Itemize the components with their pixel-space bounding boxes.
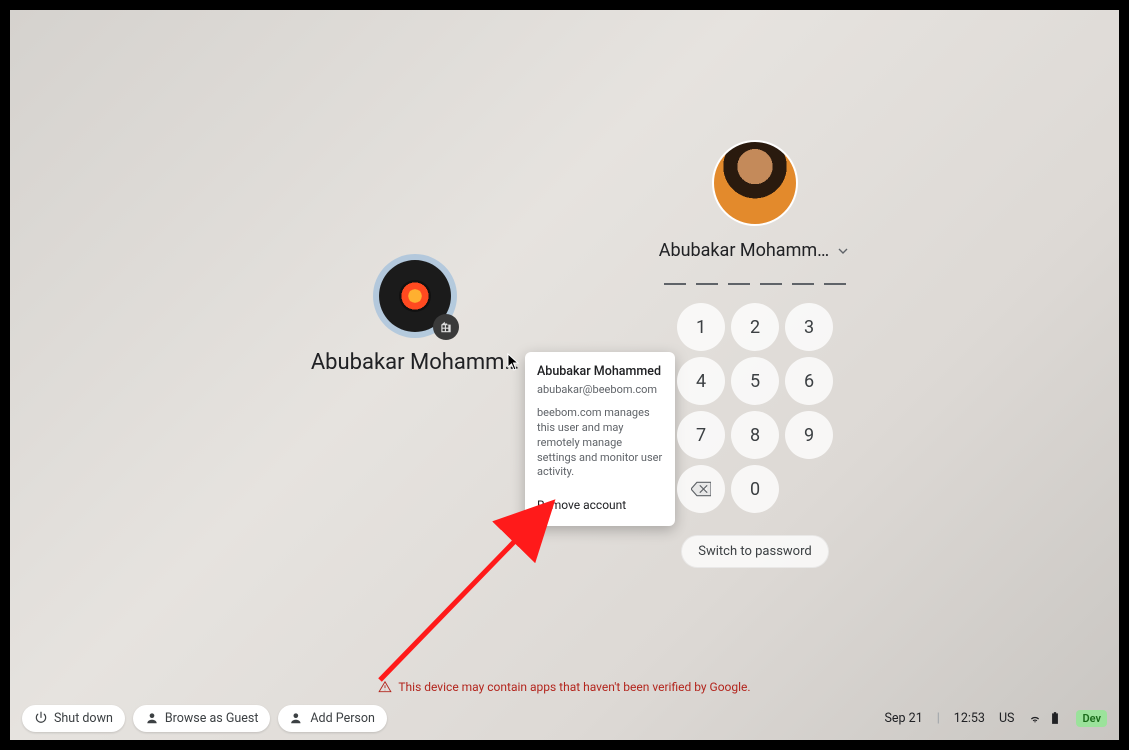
- lock-screen: Abubakar Mohamm… Abubakar Mohammed abuba…: [0, 0, 1129, 750]
- pin-dash: [760, 283, 782, 285]
- user-name-dropdown[interactable]: Abubakar Mohamm…: [640, 240, 870, 261]
- shelf-locale: US: [999, 711, 1015, 726]
- pin-input[interactable]: [640, 283, 870, 285]
- keypad-3[interactable]: 3: [785, 303, 833, 351]
- backspace-icon: [691, 481, 711, 497]
- enterprise-icon: [439, 320, 453, 334]
- browse-as-guest-button[interactable]: Browse as Guest: [133, 705, 271, 732]
- power-icon: [34, 711, 48, 725]
- keypad-9[interactable]: 9: [785, 411, 833, 459]
- user-name-primary: Abubakar Mohamm…: [659, 240, 829, 261]
- guest-icon: [145, 711, 159, 725]
- pin-dash: [792, 283, 814, 285]
- user-pod-primary: Abubakar Mohamm… 1 2 3 4 5 6 7 8 9 0: [640, 140, 870, 568]
- user-name-secondary: Abubakar Mohamm…: [310, 350, 520, 375]
- pin-keypad: 1 2 3 4 5 6 7 8 9 0: [640, 303, 870, 513]
- switch-to-password-button[interactable]: Switch to password: [681, 535, 828, 568]
- guest-label: Browse as Guest: [165, 711, 259, 726]
- keypad-8[interactable]: 8: [731, 411, 779, 459]
- shelf-time: 12:53: [954, 711, 985, 726]
- keypad-5[interactable]: 5: [731, 357, 779, 405]
- keypad-7[interactable]: 7: [677, 411, 725, 459]
- keypad-2[interactable]: 2: [731, 303, 779, 351]
- status-icons: [1028, 711, 1062, 725]
- dev-badge: Dev: [1076, 710, 1107, 727]
- chevron-down-icon: [835, 243, 851, 259]
- keypad-4[interactable]: 4: [677, 357, 725, 405]
- keypad-1[interactable]: 1: [677, 303, 725, 351]
- pin-dash: [664, 283, 686, 285]
- avatar-primary: [712, 140, 798, 226]
- keypad-backspace[interactable]: [677, 465, 725, 513]
- shutdown-label: Shut down: [54, 711, 113, 726]
- pin-dash: [728, 283, 750, 285]
- warning-text: This device may contain apps that haven'…: [398, 680, 750, 694]
- warning-icon: [378, 680, 392, 694]
- pin-dash: [824, 283, 846, 285]
- keypad-empty: [785, 465, 833, 513]
- verification-warning: This device may contain apps that haven'…: [10, 680, 1119, 694]
- shelf-date: Sep 21: [885, 711, 923, 726]
- add-person-label: Add Person: [310, 711, 375, 726]
- pin-dash: [696, 283, 718, 285]
- battery-icon: [1048, 711, 1062, 725]
- user-pod-secondary[interactable]: Abubakar Mohamm…: [310, 260, 520, 375]
- separator: |: [937, 711, 940, 726]
- shelf-left: Shut down Browse as Guest Add Person: [22, 705, 387, 732]
- add-person-button[interactable]: Add Person: [278, 705, 387, 732]
- mouse-cursor: [507, 353, 521, 375]
- login-shelf: Shut down Browse as Guest Add Person Sep…: [10, 696, 1119, 740]
- keypad-6[interactable]: 6: [785, 357, 833, 405]
- shelf-right[interactable]: Sep 21 | 12:53 US Dev: [885, 710, 1108, 727]
- enterprise-badge: [433, 314, 459, 340]
- shutdown-button[interactable]: Shut down: [22, 705, 125, 732]
- add-person-icon: [290, 711, 304, 725]
- avatar-secondary: [379, 260, 451, 332]
- keypad-0[interactable]: 0: [731, 465, 779, 513]
- wifi-icon: [1028, 711, 1042, 725]
